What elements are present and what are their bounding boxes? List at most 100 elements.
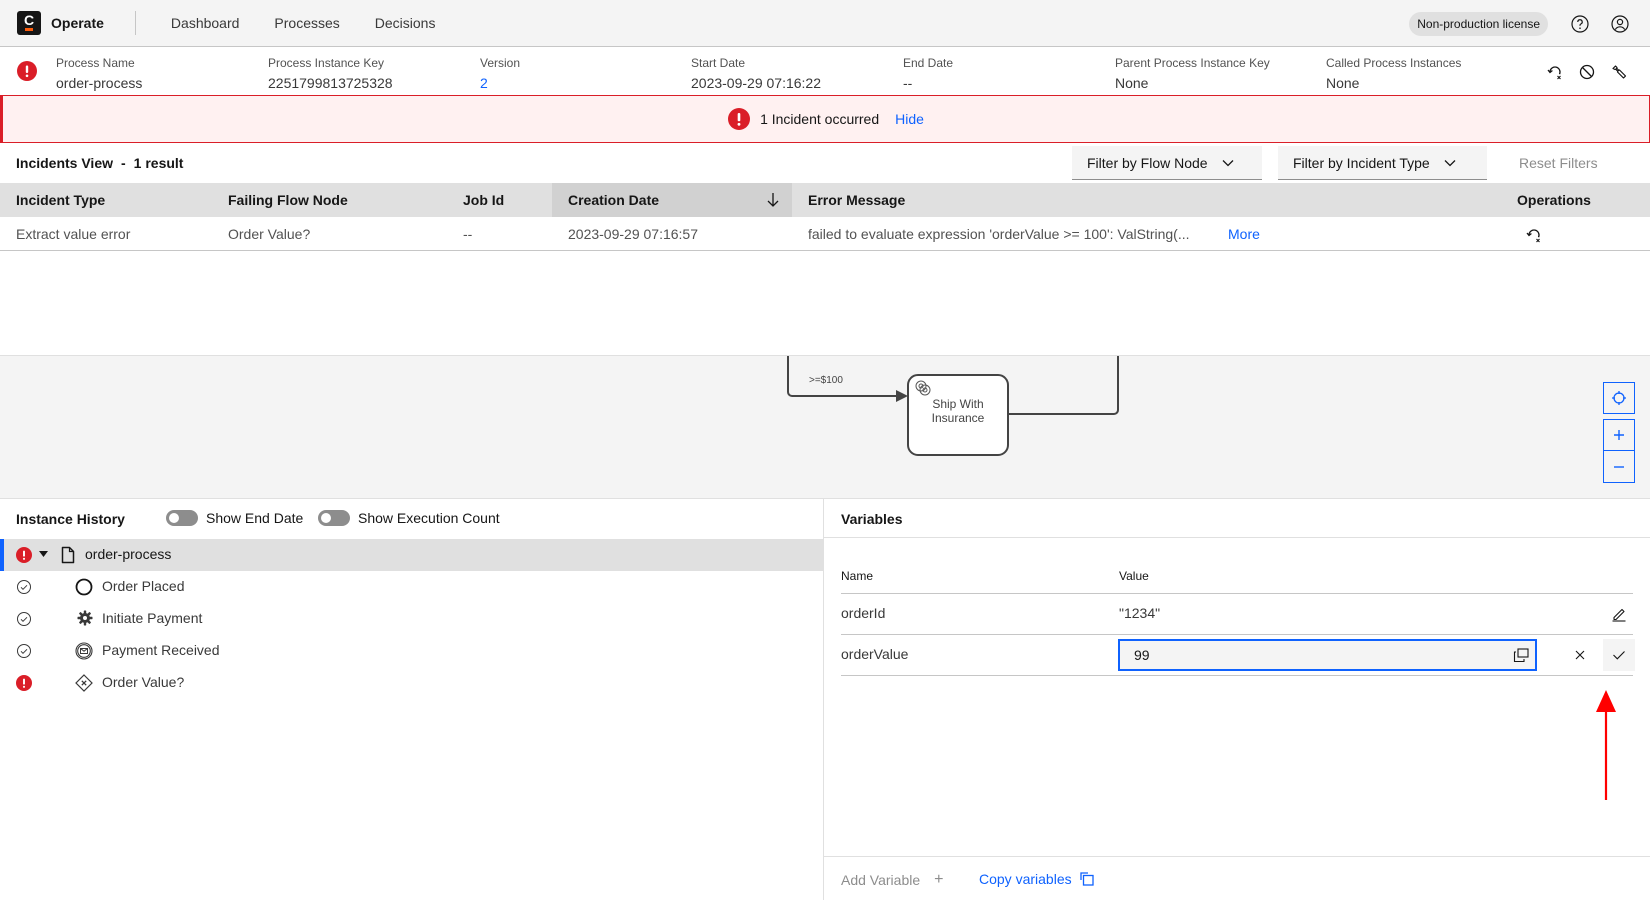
incident-banner-text: 1 Incident occurred (760, 111, 880, 127)
field-label: Version (480, 56, 521, 70)
error-message-cell: failed to evaluate expression 'orderValu… (808, 226, 1190, 242)
variable-value: "1234" (1119, 605, 1161, 621)
document-icon (61, 546, 75, 564)
instance-history-header: Instance History Show End Date Show Exec… (0, 499, 823, 539)
app-name[interactable]: Operate (51, 15, 104, 31)
history-item-label: Order Placed (102, 578, 185, 594)
copy-variables-button[interactable]: Copy variables (979, 871, 1094, 887)
modify-icon[interactable] (1610, 63, 1628, 81)
creation-date-cell: 2023-09-29 07:16:57 (568, 226, 698, 242)
retry-icon[interactable] (1546, 63, 1564, 81)
parent-key-value: None (1115, 75, 1149, 91)
col-job-id[interactable]: Job Id (463, 192, 504, 208)
reset-filters-button[interactable]: Reset Filters (1519, 155, 1598, 171)
field-end-date: End Date -- (903, 55, 953, 93)
col-value: Value (1119, 569, 1149, 583)
sort-descending-icon[interactable] (766, 192, 780, 208)
show-execution-count-toggle[interactable] (318, 510, 350, 526)
show-end-date-toggle-wrap: Show End Date (166, 510, 303, 526)
history-item-payment-received[interactable]: Payment Received (0, 635, 823, 667)
nav-link-decisions[interactable]: Decisions (375, 15, 436, 31)
instance-header: Process Name order-process Process Insta… (0, 47, 1650, 95)
history-item-label: Order Value? (102, 674, 185, 690)
field-label: End Date (903, 56, 954, 70)
cancel-edit-x-icon[interactable] (1572, 647, 1588, 663)
reset-diagram-zoom-button[interactable] (1603, 382, 1635, 414)
retry-incident-icon[interactable] (1525, 226, 1543, 244)
col-name: Name (841, 569, 874, 583)
top-navigation: C Operate Dashboard Processes Decisions … (0, 0, 1650, 47)
save-variable-checkmark-button[interactable] (1603, 639, 1635, 671)
variables-panel: Variables Name Value orderId "1234" orde… (824, 498, 1650, 900)
col-creation-date[interactable]: Creation Date (568, 192, 659, 208)
center-icon (1612, 391, 1626, 405)
nav-link-dashboard[interactable]: Dashboard (171, 15, 240, 31)
service-task-gear-icon (77, 610, 93, 626)
filter-flow-node-label: Filter by Flow Node (1087, 154, 1208, 171)
filter-flow-node-dropdown[interactable]: Filter by Flow Node (1072, 146, 1262, 180)
help-icon[interactable] (1570, 14, 1590, 34)
show-execution-count-toggle-wrap: Show Execution Count (318, 510, 500, 526)
incident-row[interactable]: Extract value error Order Value? -- 2023… (0, 217, 1650, 251)
process-name-value: order-process (56, 75, 143, 91)
history-item-order-process[interactable]: order-process (0, 539, 823, 571)
filter-incident-type-dropdown[interactable]: Filter by Incident Type (1278, 146, 1487, 180)
add-variable-button[interactable]: Add Variable + (841, 871, 943, 889)
camunda-logo[interactable]: C (17, 11, 41, 35)
zoom-out-button[interactable] (1603, 451, 1635, 483)
incidents-table-header: Incident Type Failing Flow Node Job Id C… (0, 183, 1650, 217)
chevron-down-icon (1222, 159, 1234, 167)
incidents-table: Incident Type Failing Flow Node Job Id C… (0, 183, 1650, 251)
variables-table-header: Name Value (841, 539, 1633, 594)
end-date-value: -- (903, 75, 913, 91)
history-item-initiate-payment[interactable]: Initiate Payment (0, 603, 823, 635)
field-parent-key: Parent Process Instance Key None (1115, 55, 1270, 93)
called-instances-value: None (1326, 75, 1360, 91)
variables-header: Variables (824, 499, 1650, 538)
task-label: Ship With Insurance (908, 397, 1008, 425)
exclusive-gateway-icon (75, 674, 93, 692)
open-json-editor-icon[interactable] (1513, 647, 1529, 663)
bpmn-diagram[interactable]: >=$100 Ship With Insurance (0, 355, 1650, 498)
failing-flow-node-cell: Order Value? (228, 226, 311, 242)
caret-down-icon[interactable] (39, 551, 48, 557)
nav-divider (134, 11, 136, 35)
user-icon[interactable] (1610, 14, 1630, 34)
field-version: Version 2 (480, 55, 520, 93)
incident-type-cell: Extract value error (16, 226, 131, 242)
version-link[interactable]: 2 (480, 73, 520, 93)
incident-status-icon (17, 61, 37, 81)
edit-variable-pencil-icon[interactable] (1611, 606, 1627, 622)
field-label: Process Name (56, 56, 135, 70)
annotation-arrow (1596, 690, 1616, 800)
variable-value-input[interactable]: 99 (1118, 639, 1537, 671)
chevron-down-icon (1444, 159, 1456, 167)
start-event-icon (75, 578, 93, 596)
minus-icon (1614, 465, 1624, 468)
completed-check-icon (16, 611, 32, 627)
variable-row-ordervalue: orderValue 99 (841, 635, 1635, 676)
flow-arrowhead (896, 390, 908, 402)
plus-icon (1614, 430, 1624, 440)
task-label-line1: Ship With (932, 397, 984, 411)
col-error-message[interactable]: Error Message (808, 192, 905, 208)
nav-link-processes[interactable]: Processes (274, 15, 339, 31)
instance-key-value: 2251799813725328 (268, 75, 393, 91)
col-incident-type[interactable]: Incident Type (16, 192, 105, 208)
cancel-icon[interactable] (1578, 63, 1596, 81)
more-button[interactable]: More (1228, 226, 1260, 242)
incident-status-icon (16, 675, 32, 691)
field-called-instances: Called Process Instances None (1326, 55, 1461, 93)
hide-incidents-button[interactable]: Hide (895, 111, 924, 127)
checkmark-icon (1613, 651, 1625, 660)
history-item-order-placed[interactable]: Order Placed (0, 571, 823, 603)
zoom-in-button[interactable] (1603, 419, 1635, 451)
col-failing-flow-node[interactable]: Failing Flow Node (228, 192, 348, 208)
show-end-date-label: Show End Date (206, 510, 304, 526)
show-end-date-toggle[interactable] (166, 510, 198, 526)
incidents-toolbar: Incidents View -1 result Filter by Flow N… (0, 143, 1650, 183)
field-label: Parent Process Instance Key (1115, 56, 1270, 70)
field-process-name: Process Name order-process (56, 55, 142, 93)
incidents-title-text: Incidents View (16, 155, 113, 171)
history-item-order-value[interactable]: Order Value? (0, 667, 823, 699)
